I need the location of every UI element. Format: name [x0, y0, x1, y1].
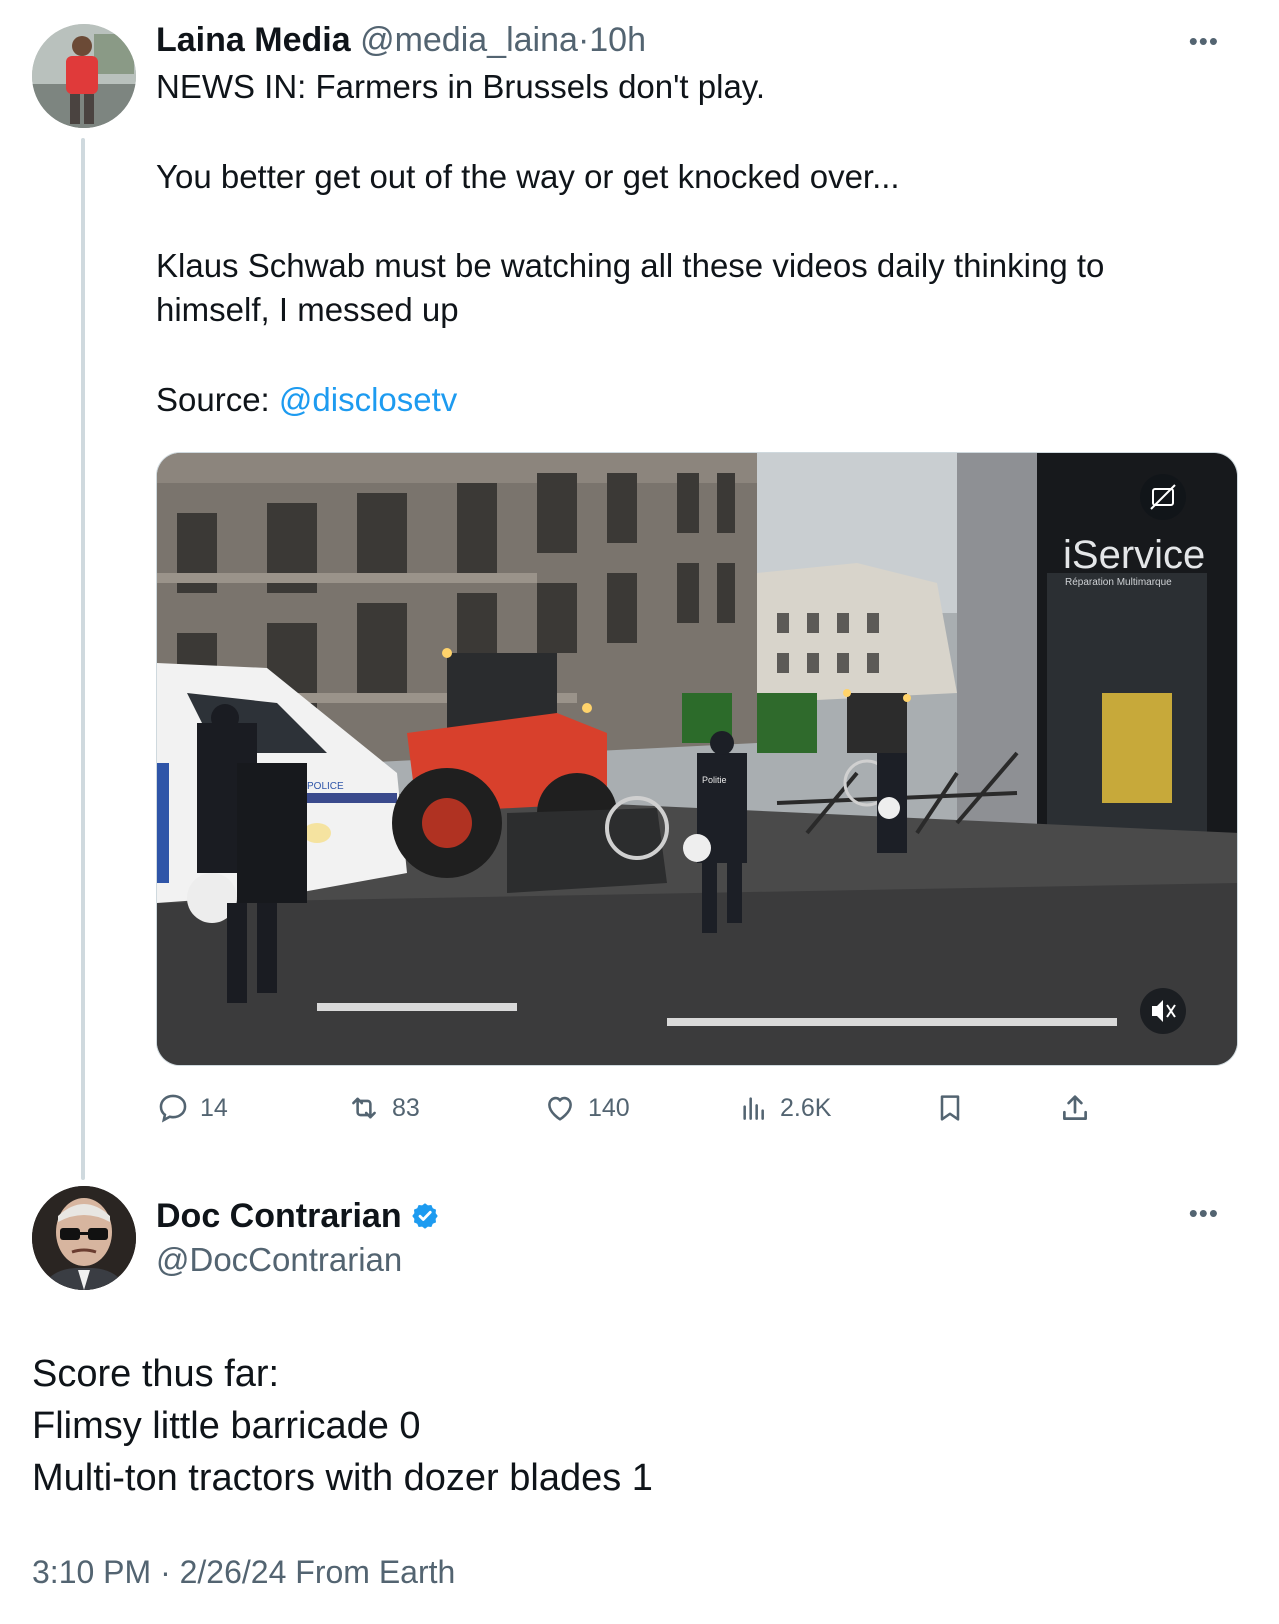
storefront-subtext: Réparation Multimarque	[1065, 577, 1172, 588]
tweet-source-line: Source: @disclosetv	[156, 377, 457, 423]
reply-text-line-1: Score thus far:	[32, 1353, 280, 1395]
source-link[interactable]: @disclosetv	[279, 381, 457, 418]
reply-timestamp[interactable]: 3:10 PM · 2/26/24 From Earth	[32, 1550, 455, 1594]
reply-text-line-3: Multi-ton tractors with dozer blades 1	[32, 1457, 653, 1499]
reply-tweet-text: Score thus far: Flimsy little barricade …	[32, 1348, 653, 1504]
like-count: 140	[588, 1093, 630, 1122]
bookmark-button[interactable]	[934, 1088, 966, 1128]
author-name[interactable]: Laina Media	[156, 21, 351, 59]
source-label: Source:	[156, 381, 279, 418]
video-player[interactable]: iService Réparation Multimarque POLICE P…	[156, 452, 1238, 1066]
tweet-header: Laina Media @media_laina·10h	[156, 18, 646, 62]
captions-icon[interactable]	[1140, 474, 1186, 520]
tweet-time[interactable]: 10h	[589, 21, 646, 59]
thread-connector-line	[81, 138, 85, 1180]
views-button[interactable]: 2.6K	[738, 1088, 831, 1128]
reply-author-row: Doc Contrarian	[156, 1194, 440, 1238]
verified-badge-icon[interactable]	[410, 1201, 440, 1231]
video-frame: iService Réparation Multimarque POLICE P…	[157, 453, 1237, 1065]
more-icon[interactable]: •••	[1189, 1200, 1219, 1226]
reply-author-handle[interactable]: @DocContrarian	[156, 1238, 402, 1282]
bookmark-icon	[940, 1095, 960, 1121]
avatar-laina-media[interactable]	[32, 24, 136, 128]
reply-icon	[159, 1094, 187, 1123]
views-count: 2.6K	[780, 1093, 832, 1122]
avatar-photo	[32, 24, 136, 128]
header-separator: ·	[577, 21, 590, 59]
reply-button[interactable]: 14	[156, 1088, 228, 1128]
like-icon	[548, 1096, 572, 1121]
like-button[interactable]: 140	[542, 1088, 630, 1128]
avatar-photo	[32, 1186, 136, 1290]
van-text: POLICE	[307, 781, 344, 792]
avatar-doc-contrarian[interactable]	[32, 1186, 136, 1290]
tweet-text-line-3: Klaus Schwab must be watching all these …	[156, 247, 1105, 284]
muted-volume-icon[interactable]	[1140, 988, 1186, 1034]
tweet-text-line-4: himself, I messed up	[156, 291, 459, 328]
share-button[interactable]	[1058, 1088, 1092, 1128]
more-icon[interactable]: •••	[1189, 28, 1219, 54]
share-icon	[1063, 1095, 1087, 1120]
repost-button[interactable]: 83	[346, 1088, 420, 1128]
reply-text-line-2: Flimsy little barricade 0	[32, 1405, 421, 1447]
repost-count: 83	[392, 1093, 420, 1122]
author-handle[interactable]: @media_laina	[360, 21, 578, 59]
reply-author-name[interactable]: Doc Contrarian	[156, 1194, 402, 1238]
views-icon	[743, 1097, 764, 1120]
tweet-action-bar: 14 83 140 2.6K	[156, 1088, 1126, 1128]
reply-count: 14	[200, 1093, 228, 1122]
storefront-sign: iService	[1063, 533, 1205, 577]
officer-vest-text: Politie	[702, 775, 727, 785]
tweet-text-line-1: NEWS IN: Farmers in Brussels don't play.	[156, 68, 766, 105]
repost-icon	[352, 1097, 376, 1119]
tweet-text-line-2: You better get out of the way or get kno…	[156, 158, 900, 195]
